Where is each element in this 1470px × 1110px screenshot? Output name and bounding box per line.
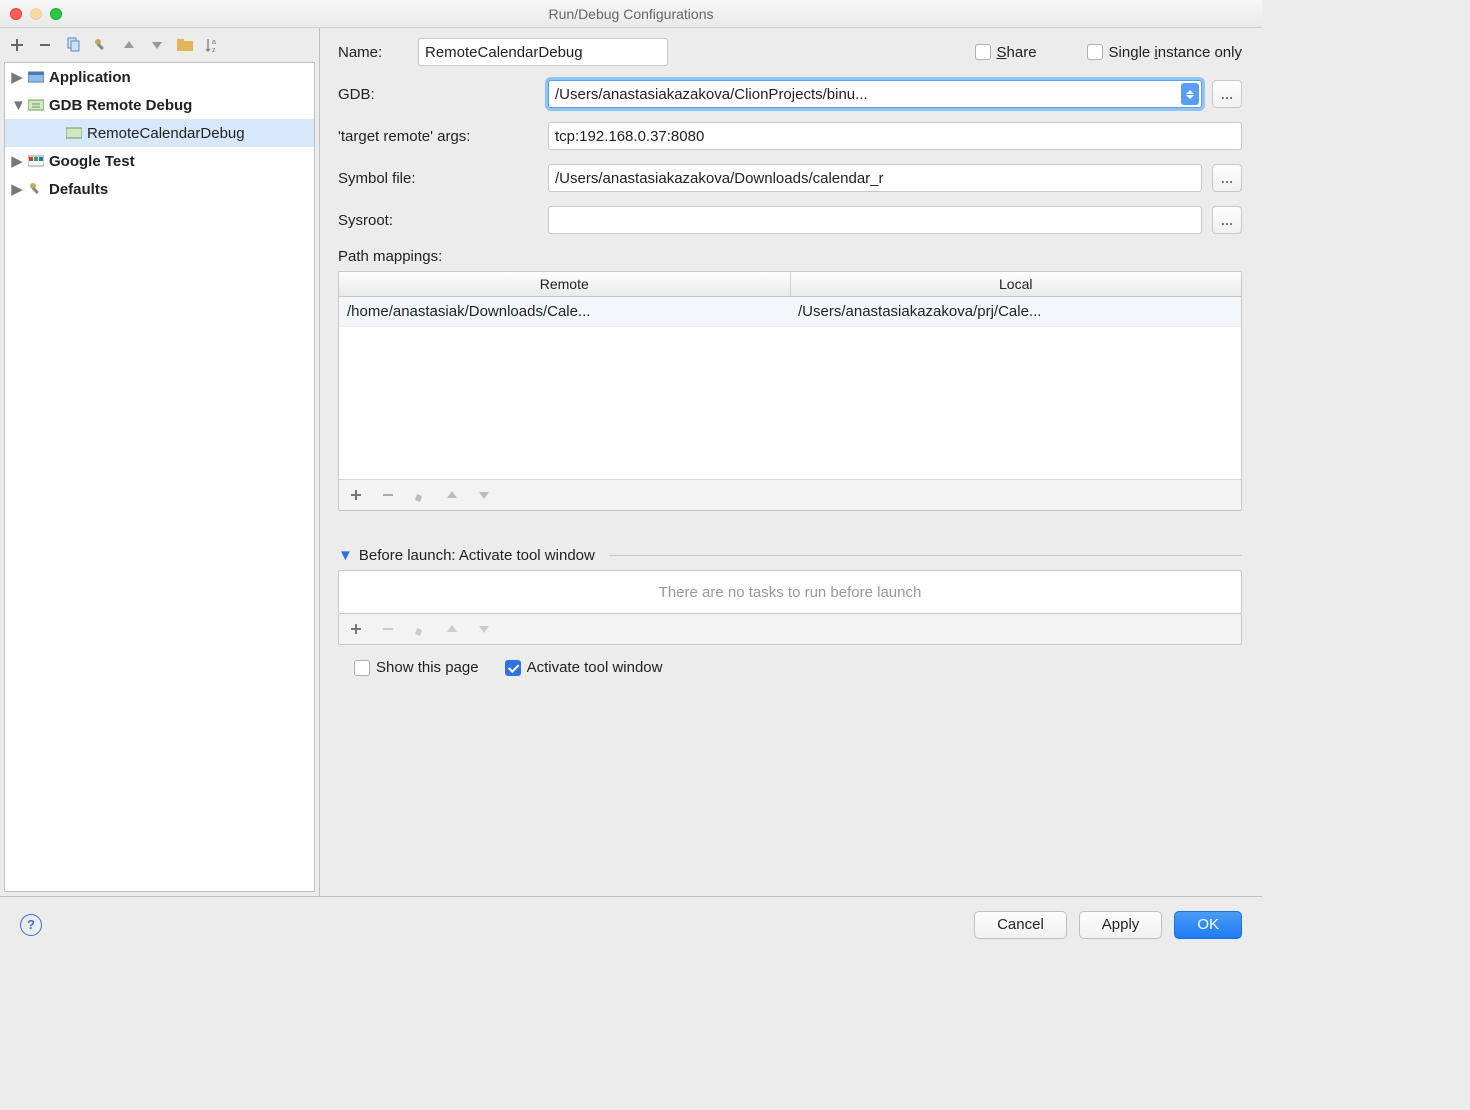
th-remote[interactable]: Remote [339,272,791,296]
maximize-icon[interactable] [50,8,62,20]
single-instance-label: Single instance only [1109,44,1242,61]
single-instance-checkbox[interactable]: Single instance only [1087,44,1242,61]
cell-local: /Users/anastasiakazakova/prj/Cale... [790,297,1241,326]
footer: ? Cancel Apply OK [0,896,1262,952]
before-launch-header[interactable]: ▼ Before launch: Activate tool window [338,547,1242,564]
tree-label: RemoteCalendarDebug [87,125,245,142]
move-down-icon[interactable] [475,486,493,504]
tree-label: Google Test [49,153,135,170]
wrench-icon [27,180,45,198]
application-icon [27,68,45,86]
ok-button[interactable]: OK [1174,911,1242,939]
tree-node-application[interactable]: ▶ Application [5,63,314,91]
tree-node-defaults[interactable]: ▶ Defaults [5,175,314,203]
remove-icon[interactable] [36,36,54,54]
show-this-page-checkbox[interactable]: Show this page [354,659,479,676]
chevron-right-icon[interactable]: ▶ [11,180,23,198]
main-panel: Name: Share Single instance only GDB: /U… [320,28,1262,896]
activate-tool-window-label: Activate tool window [527,659,663,676]
browse-symbol-button[interactable]: … [1212,164,1242,192]
before-launch-empty-text: There are no tasks to run before launch [659,584,922,601]
edit-icon[interactable] [411,486,429,504]
tree-label: Defaults [49,181,108,198]
cancel-button[interactable]: Cancel [974,911,1067,939]
activate-tool-window-checkbox[interactable]: Activate tool window [505,659,663,676]
svg-text:z: z [212,47,216,53]
path-mappings-table[interactable]: Remote Local /home/anastasiak/Downloads/… [338,271,1242,511]
target-remote-label: 'target remote' args: [338,128,538,145]
sidebar-toolbar: az [0,28,319,62]
copy-icon[interactable] [64,36,82,54]
google-test-icon [27,152,45,170]
gdb-icon [27,96,45,114]
chevron-right-icon[interactable]: ▶ [11,152,23,170]
apply-button[interactable]: Apply [1079,911,1163,939]
share-label: Share [997,44,1037,61]
tree-node-remote-calendar-debug[interactable]: RemoteCalendarDebug [5,119,314,147]
move-down-icon[interactable] [148,36,166,54]
minimize-icon[interactable] [30,8,42,20]
chevron-right-icon[interactable]: ▶ [11,68,23,86]
target-remote-input[interactable] [548,122,1242,150]
tree-node-google-test[interactable]: ▶ Google Test [5,147,314,175]
config-tree[interactable]: ▶ Application ▼ GDB Remote Debug RemoteC… [4,62,315,892]
folder-icon[interactable] [176,36,194,54]
browse-sysroot-button[interactable]: … [1212,206,1242,234]
sidebar: az ▶ Application ▼ GDB Remote Debug Remo… [0,28,320,896]
window-controls [10,8,62,20]
gdb-label: GDB: [338,86,538,103]
edit-icon[interactable] [411,620,429,638]
sort-az-icon[interactable]: az [204,36,222,54]
name-input[interactable] [418,38,668,66]
cell-remote: /home/anastasiak/Downloads/Cale... [339,297,790,326]
table-header: Remote Local [339,272,1241,297]
sysroot-input[interactable] [548,206,1202,234]
gdb-select[interactable]: /Users/anastasiakazakova/ClionProjects/b… [548,80,1202,108]
table-row[interactable]: /home/anastasiak/Downloads/Cale... /User… [339,297,1241,327]
tree-label: GDB Remote Debug [49,97,192,114]
wrench-icon[interactable] [92,36,110,54]
window-title: Run/Debug Configurations [10,6,1252,22]
help-button[interactable]: ? [20,914,42,936]
table-toolbar [339,479,1241,510]
show-this-page-label: Show this page [376,659,479,676]
add-icon[interactable] [347,620,365,638]
table-body: /home/anastasiak/Downloads/Cale... /User… [339,297,1241,479]
before-launch-tasks[interactable]: There are no tasks to run before launch [338,570,1242,614]
move-up-icon[interactable] [443,620,461,638]
titlebar: Run/Debug Configurations [0,0,1262,28]
symbol-file-label: Symbol file: [338,170,538,187]
remove-icon[interactable] [379,620,397,638]
divider [609,555,1242,556]
tree-node-gdb-remote-debug[interactable]: ▼ GDB Remote Debug [5,91,314,119]
path-mappings-label: Path mappings: [338,248,1242,265]
close-icon[interactable] [10,8,22,20]
tree-label: Application [49,69,131,86]
share-checkbox[interactable]: Share [975,44,1037,61]
remove-icon[interactable] [379,486,397,504]
symbol-file-input[interactable] [548,164,1202,192]
svg-text:a: a [212,39,216,46]
chevron-down-icon[interactable]: ▼ [11,97,23,114]
add-icon[interactable] [347,486,365,504]
name-label: Name: [338,44,408,61]
move-up-icon[interactable] [120,36,138,54]
move-down-icon[interactable] [475,620,493,638]
chevron-updown-icon[interactable] [1181,83,1199,105]
move-up-icon[interactable] [443,486,461,504]
browse-gdb-button[interactable]: … [1212,80,1242,108]
gdb-value: /Users/anastasiakazakova/ClionProjects/b… [555,86,868,103]
chevron-down-icon[interactable]: ▼ [338,547,353,564]
gdb-item-icon [65,124,83,142]
before-launch-label: Before launch: Activate tool window [359,547,595,564]
th-local[interactable]: Local [791,272,1242,296]
add-icon[interactable] [8,36,26,54]
before-launch-toolbar [338,614,1242,645]
sysroot-label: Sysroot: [338,212,538,229]
